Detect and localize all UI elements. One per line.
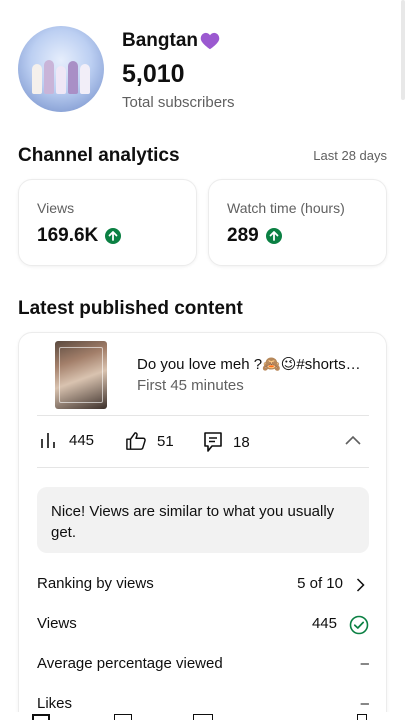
video-thumbnail[interactable] [55,341,107,409]
views-metric-card[interactable]: Views 169.6K [18,179,197,266]
video-title[interactable]: Do you love meh ?🙈😉#shorts… [137,355,377,373]
metric-label: Views [37,200,75,216]
video-subtitle: First 45 minutes [137,377,244,394]
date-range-label[interactable]: Last 28 days [313,148,387,163]
comments-count: 18 [233,433,250,451]
views-row: Views 445 [37,615,369,639]
subscriber-label: Total subscribers [122,94,235,111]
dashboard-icon[interactable] [32,714,50,720]
chevron-right-icon[interactable] [356,578,365,592]
metric-label: Watch time (hours) [227,200,345,216]
divider [37,415,369,416]
bottom-nav [0,712,405,720]
subscriber-count: 5,010 [122,60,185,88]
chevron-up-icon[interactable] [345,435,361,445]
channel-name: Bangtan [122,30,220,52]
performance-notice: Nice! Views are similar to what you usua… [37,487,369,553]
ranking-row[interactable]: Ranking by views 5 of 10 [37,575,369,599]
channel-name-text: Bangtan [122,30,198,51]
scrollbar[interactable] [401,0,405,100]
content-icon[interactable] [114,714,132,720]
views-count: 445 [69,431,95,449]
latest-content-title: Latest published content [18,298,243,319]
channel-analytics-title: Channel analytics [18,145,180,166]
row-value: 5 of 10 [297,575,343,592]
metric-value-wrap: 289 [227,225,282,247]
row-label: Views [37,615,77,632]
thumbs-up-icon [126,432,146,450]
row-label: Likes [37,695,73,712]
row-dash: – [360,695,369,712]
divider [37,467,369,468]
trend-up-icon [105,228,122,244]
row-dash: – [360,655,369,672]
channel-avatar[interactable] [18,26,104,112]
metric-value-wrap: 169.6K [37,225,122,247]
row-label: Average percentage viewed [37,655,223,672]
comments-nav-icon[interactable] [193,714,213,720]
latest-content-card: Do you love meh ?🙈😉#shorts… First 45 min… [18,332,387,720]
likes-count: 51 [157,432,174,450]
check-circle-icon [349,615,369,635]
metric-value: 169.6K [37,225,99,246]
avg-percentage-row: Average percentage viewed – [37,655,369,679]
trend-up-icon [265,228,282,244]
likes-stat: 51 [125,431,174,451]
views-stat: 445 [39,431,94,449]
earn-icon[interactable] [357,714,367,720]
row-label: Ranking by views [37,575,154,592]
row-value: 445 [311,615,337,632]
channel-header: Bangtan 5,010 Total subscribers [18,24,388,114]
bar-chart-icon [41,433,55,448]
watch-time-metric-card[interactable]: Watch time (hours) 289 [208,179,387,266]
comment-icon [204,432,222,452]
purple-heart-icon [200,32,220,50]
metric-value: 289 [227,225,259,246]
comments-stat: 18 [203,431,250,453]
